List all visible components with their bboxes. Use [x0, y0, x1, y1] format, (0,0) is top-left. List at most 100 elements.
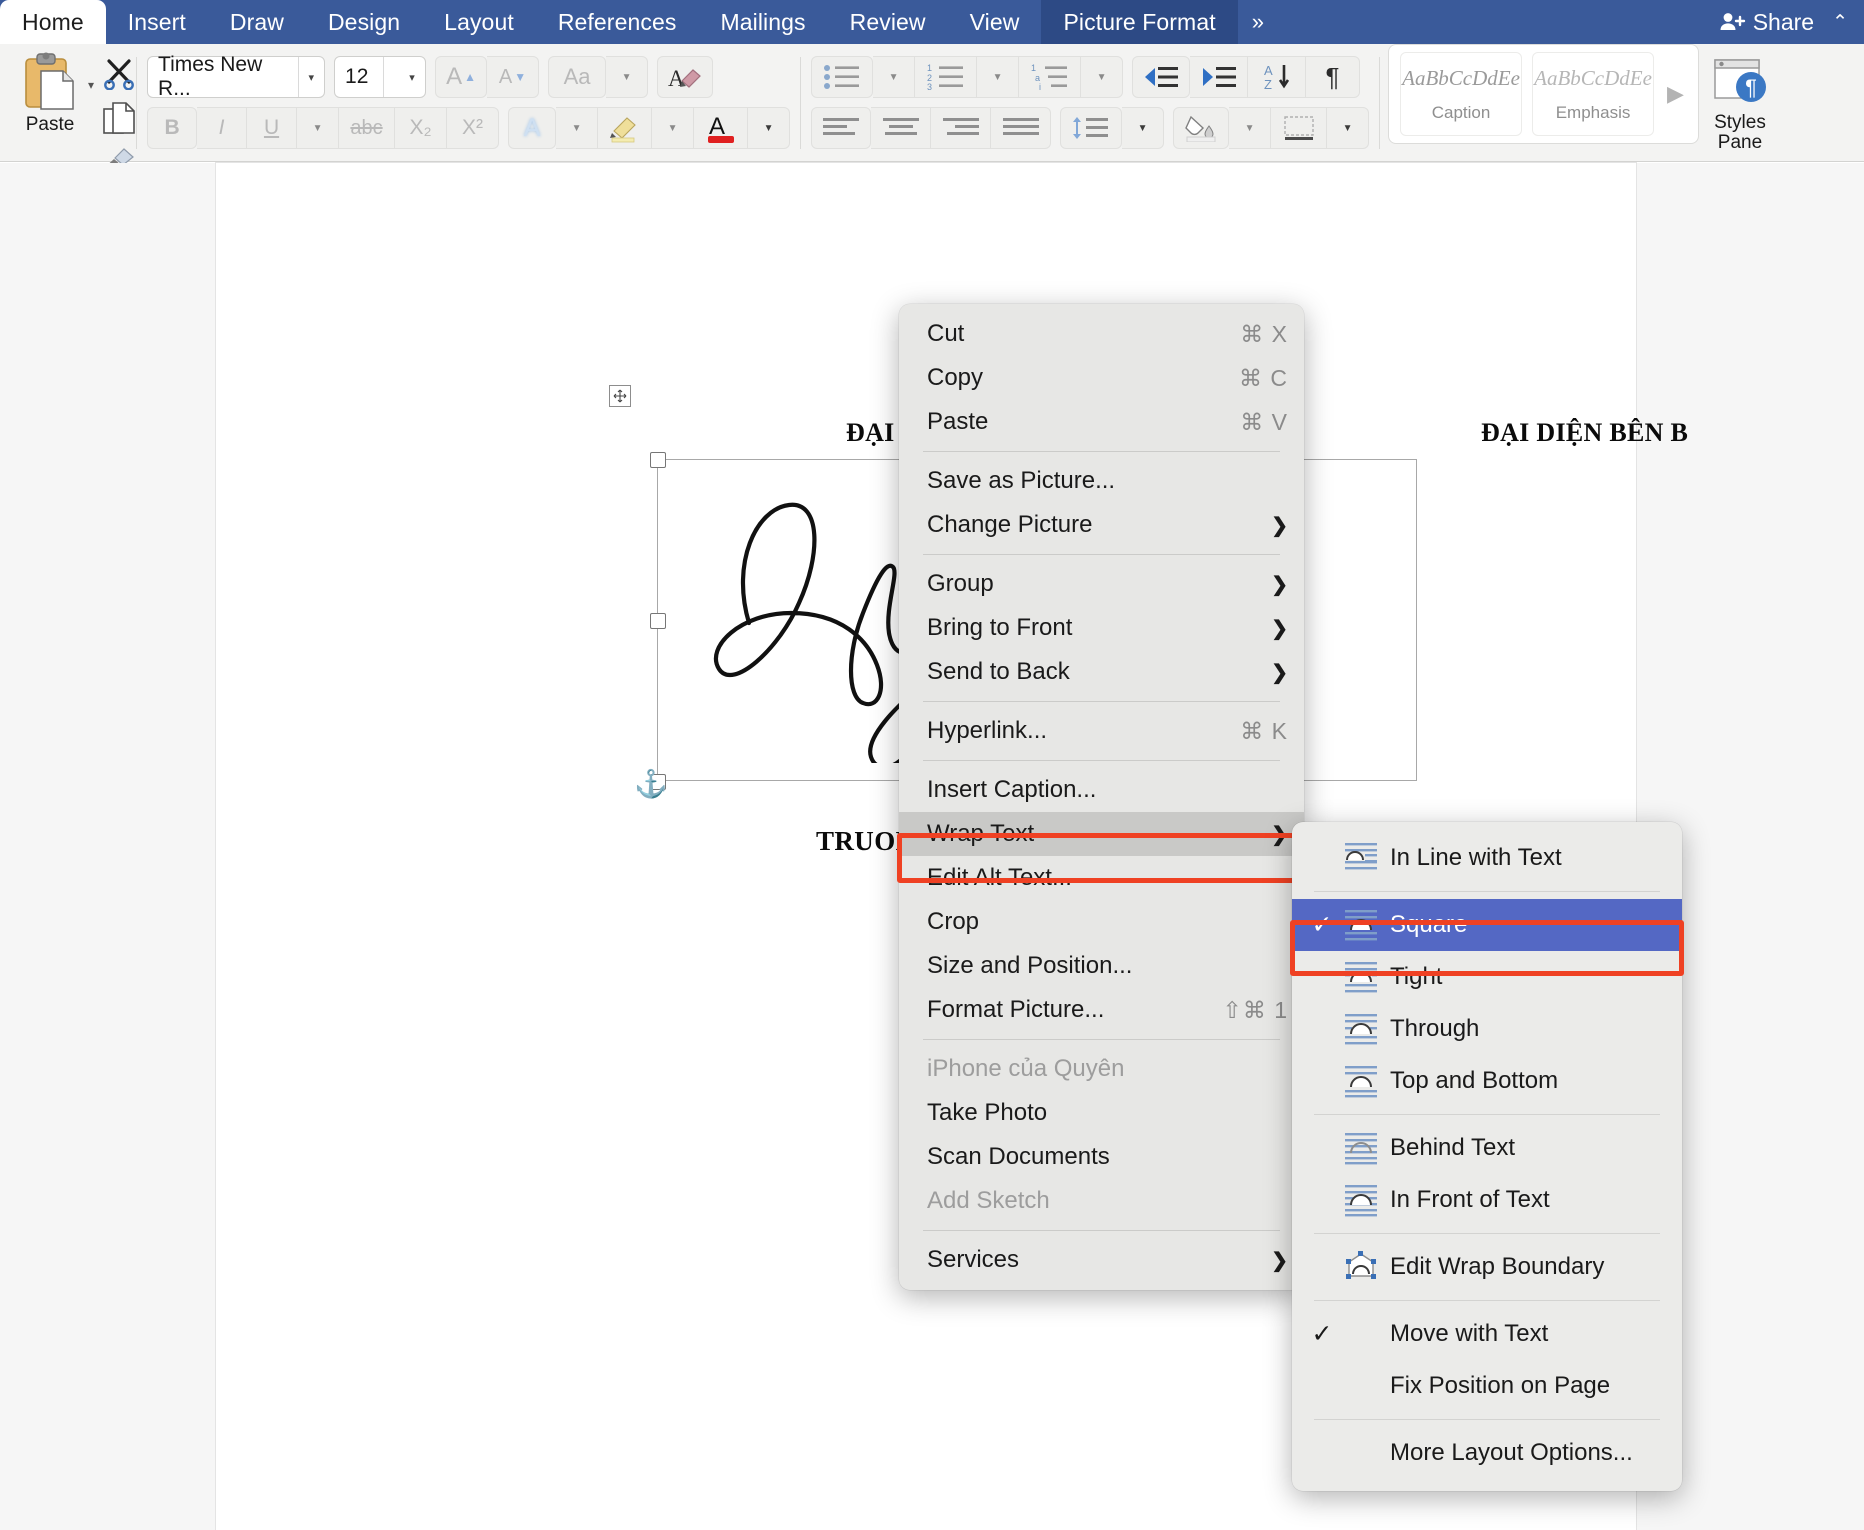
- resize-handle-middle-left[interactable]: [650, 613, 666, 629]
- font-name-caret[interactable]: ▾: [299, 71, 324, 84]
- italic-button[interactable]: I: [197, 107, 248, 149]
- ribbon-tab-layout[interactable]: Layout: [422, 0, 536, 44]
- context-menu-item-bring-to-front[interactable]: Bring to Front ❯: [899, 606, 1304, 650]
- borders-caret[interactable]: ▼: [1327, 107, 1370, 149]
- style-card-caption[interactable]: AaBbCcDdEe Caption: [1400, 52, 1523, 136]
- justify-icon[interactable]: [991, 107, 1052, 149]
- context-menu-item-copy[interactable]: Copy ⌘ C: [899, 356, 1304, 400]
- styles-gallery-more-button[interactable]: ▶: [1659, 81, 1692, 107]
- highlight-button[interactable]: [598, 107, 653, 149]
- superscript-button[interactable]: X²: [447, 107, 500, 149]
- shading-caret[interactable]: ▼: [1229, 107, 1272, 149]
- ribbon-tab-references[interactable]: References: [536, 0, 699, 44]
- align-center-icon[interactable]: [871, 107, 932, 149]
- svg-text:A: A: [1264, 63, 1273, 78]
- context-menu-item-services[interactable]: Services ❯: [899, 1238, 1304, 1282]
- align-right-icon[interactable]: [931, 107, 992, 149]
- table-move-handle-icon[interactable]: [609, 385, 631, 407]
- multilevel-list-caret[interactable]: ▼: [1081, 56, 1124, 98]
- collapse-ribbon-icon[interactable]: ⌃: [1832, 11, 1848, 34]
- ribbon-tab-view[interactable]: View: [948, 0, 1042, 44]
- context-menu-item-cut[interactable]: Cut ⌘ X: [899, 312, 1304, 356]
- font-size-caret[interactable]: ▾: [399, 71, 425, 84]
- show-formatting-marks-icon[interactable]: ¶: [1306, 56, 1361, 98]
- line-spacing-icon[interactable]: [1060, 107, 1123, 149]
- numbered-list-caret[interactable]: ▼: [977, 56, 1020, 98]
- font-color-caret[interactable]: ▼: [748, 107, 791, 149]
- font-size-combobox[interactable]: 12 ▾: [334, 56, 427, 98]
- line-spacing-caret[interactable]: ▼: [1122, 107, 1165, 149]
- align-left-icon[interactable]: [811, 107, 872, 149]
- sort-icon[interactable]: AZ: [1248, 56, 1307, 98]
- wrap-option-square[interactable]: ✓ Square: [1292, 899, 1682, 951]
- ribbon-tab-insert[interactable]: Insert: [106, 0, 208, 44]
- context-menu-item-size-and-position[interactable]: Size and Position...: [899, 944, 1304, 988]
- multilevel-list-icon[interactable]: 1ai: [1019, 56, 1082, 98]
- context-menu-item-format-picture[interactable]: Format Picture... ⇧⌘ 1: [899, 988, 1304, 1032]
- context-menu-item-wrap-text[interactable]: Wrap Text ❯: [899, 812, 1304, 856]
- text-effects-button[interactable]: A: [508, 107, 557, 149]
- underline-button[interactable]: U: [247, 107, 298, 149]
- context-menu-item-take-photo[interactable]: Take Photo: [899, 1091, 1304, 1135]
- wrap-text-submenu[interactable]: In Line with Text ✓ Square Tight Through Top …: [1292, 822, 1682, 1491]
- ribbon-tab-home[interactable]: Home: [0, 0, 106, 44]
- styles-pane-button[interactable]: ¶ Styles Pane: [1699, 44, 1781, 162]
- copy-icon[interactable]: [102, 101, 136, 140]
- ribbon-tab-mailings[interactable]: Mailings: [698, 0, 827, 44]
- context-menu-item-hyperlink[interactable]: Hyperlink... ⌘ K: [899, 709, 1304, 753]
- wrap-option-top-and-bottom[interactable]: Top and Bottom: [1292, 1055, 1682, 1107]
- style-label: Caption: [1431, 102, 1491, 122]
- bold-button[interactable]: B: [147, 107, 198, 149]
- subscript-button[interactable]: X₂: [395, 107, 448, 149]
- style-card-emphasis[interactable]: AaBbCcDdEe Emphasis: [1532, 52, 1655, 136]
- share-button[interactable]: Share: [1753, 9, 1814, 36]
- text-effects-caret[interactable]: ▼: [556, 107, 599, 149]
- wrap-option-tight[interactable]: Tight: [1292, 951, 1682, 1003]
- shading-icon[interactable]: [1173, 107, 1230, 149]
- scissors-icon[interactable]: [102, 58, 136, 95]
- strikethrough-button[interactable]: abc: [339, 107, 396, 149]
- shrink-font-button[interactable]: A ▼: [487, 56, 540, 98]
- context-menu-item-group[interactable]: Group ❯: [899, 562, 1304, 606]
- wrap-option-behind-text[interactable]: Behind Text: [1292, 1122, 1682, 1174]
- highlight-caret[interactable]: ▼: [652, 107, 695, 149]
- picture-context-menu[interactable]: Cut ⌘ X Copy ⌘ C Paste ⌘ V Save as Picture... C…: [899, 304, 1304, 1290]
- context-menu-item-paste[interactable]: Paste ⌘ V: [899, 400, 1304, 444]
- change-case-button[interactable]: Aa: [548, 56, 607, 98]
- decrease-indent-icon[interactable]: [1132, 56, 1191, 98]
- context-menu-item-edit-alt-text[interactable]: Edit Alt Text...: [899, 856, 1304, 900]
- wrap-option-edit-wrap-boundary[interactable]: Edit Wrap Boundary: [1292, 1241, 1682, 1293]
- wrap-option-move-with-text[interactable]: ✓ Move with Text: [1292, 1308, 1682, 1360]
- menu-item-label: Bring to Front: [927, 614, 1073, 641]
- change-case-caret[interactable]: ▼: [606, 56, 649, 98]
- context-menu-item-scan-documents[interactable]: Scan Documents: [899, 1135, 1304, 1179]
- grow-font-button[interactable]: A ▲: [435, 56, 488, 98]
- clear-formatting-button[interactable]: A: [657, 56, 714, 98]
- font-color-button[interactable]: A: [694, 107, 749, 149]
- bullet-list-icon[interactable]: [811, 56, 874, 98]
- resize-handle-top-left[interactable]: [650, 452, 666, 468]
- ribbon-tab-review[interactable]: Review: [828, 0, 948, 44]
- wrap-option-through[interactable]: Through: [1292, 1003, 1682, 1055]
- ribbon-tab-draw[interactable]: Draw: [208, 0, 306, 44]
- ribbon-tab-picture-format[interactable]: Picture Format: [1041, 0, 1238, 44]
- numbered-list-icon[interactable]: 123: [915, 56, 978, 98]
- paste-button[interactable]: Paste: [14, 50, 86, 136]
- font-name-combobox[interactable]: Times New R... ▾: [147, 53, 326, 100]
- wrap-option-more-layout-options[interactable]: More Layout Options...: [1292, 1427, 1682, 1479]
- context-menu-item-save-as-picture[interactable]: Save as Picture...: [899, 459, 1304, 503]
- wrap-option-fix-position-on-page[interactable]: Fix Position on Page: [1292, 1360, 1682, 1412]
- context-menu-item-change-picture[interactable]: Change Picture ❯: [899, 503, 1304, 547]
- wrap-option-in-front-of-text[interactable]: In Front of Text: [1292, 1174, 1682, 1226]
- paste-dropdown-caret[interactable]: ▾: [88, 78, 94, 92]
- underline-caret[interactable]: ▼: [297, 107, 340, 149]
- increase-indent-icon[interactable]: [1190, 56, 1249, 98]
- context-menu-item-crop[interactable]: Crop: [899, 900, 1304, 944]
- borders-icon[interactable]: [1271, 107, 1328, 149]
- ribbon-overflow-button[interactable]: »: [1238, 0, 1278, 44]
- wrap-option-in-line-with-text[interactable]: In Line with Text: [1292, 832, 1682, 884]
- bullet-list-caret[interactable]: ▼: [873, 56, 916, 98]
- context-menu-item-send-to-back[interactable]: Send to Back ❯: [899, 650, 1304, 694]
- context-menu-item-insert-caption[interactable]: Insert Caption...: [899, 768, 1304, 812]
- ribbon-tab-design[interactable]: Design: [306, 0, 422, 44]
